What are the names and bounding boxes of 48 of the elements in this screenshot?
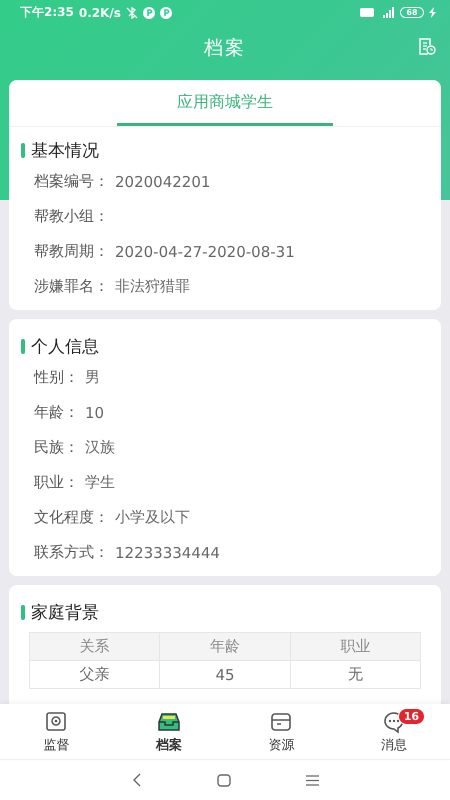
section-marker	[21, 143, 25, 158]
field-value: 非法狩猎罪	[115, 277, 190, 296]
table-cell: 无	[290, 660, 420, 688]
field-label: 性别：	[34, 368, 79, 387]
unread-badge: 16	[398, 708, 426, 725]
column-header: 关系	[30, 632, 160, 660]
parking-icon	[160, 6, 172, 18]
column-header: 职业	[290, 632, 420, 660]
network-speed: 0.2K/s	[78, 6, 121, 20]
field-label: 帮教小组：	[34, 207, 109, 226]
field-value: 10	[85, 404, 104, 422]
page-title: 档案	[204, 36, 246, 60]
field-value: 汉族	[85, 438, 115, 457]
field-label: 档案编号：	[34, 172, 109, 191]
field-value: 男	[85, 368, 100, 387]
table-cell: 父亲	[30, 660, 160, 688]
field-value: 2020042201	[115, 172, 210, 190]
field-label: 年龄：	[34, 403, 79, 422]
section-title: 个人信息	[31, 336, 99, 358]
nav-tab[interactable]: 消息 16	[338, 704, 450, 759]
field-value: 12233334444	[115, 544, 220, 562]
field-label: 文化程度：	[34, 508, 109, 527]
home-icon[interactable]	[216, 774, 230, 786]
field-label: 职业：	[34, 473, 79, 492]
section-title: 基本情况	[31, 140, 99, 162]
field-value: 2020-04-27-2020-08-31	[115, 242, 295, 260]
field-label: 帮教周期：	[34, 242, 109, 261]
nav-tab[interactable]: 监督	[0, 704, 112, 759]
field-label: 民族：	[34, 438, 79, 457]
section-title: 家庭背景	[31, 602, 99, 624]
camera-frame-icon	[44, 710, 68, 734]
bluetooth-off-icon	[126, 6, 138, 18]
section-marker	[21, 339, 25, 354]
back-icon[interactable]	[132, 773, 142, 787]
nav-tab[interactable]: 档案	[112, 704, 225, 759]
parking-icon	[142, 6, 155, 18]
field-label: 涉嫌罪名：	[34, 277, 109, 296]
field-value: 学生	[85, 473, 115, 492]
status-time: 下午2:35	[20, 4, 74, 21]
column-header: 年龄	[160, 632, 290, 660]
section-marker	[21, 605, 25, 620]
table-cell: 45	[160, 660, 290, 688]
menu-icon[interactable]	[306, 774, 318, 786]
charging-icon	[429, 7, 436, 18]
battery-icon: 68	[400, 7, 424, 18]
field-label: 联系方式：	[34, 543, 109, 562]
field-value: 小学及以下	[115, 508, 190, 527]
nav-tab[interactable]: 资源	[225, 704, 338, 759]
